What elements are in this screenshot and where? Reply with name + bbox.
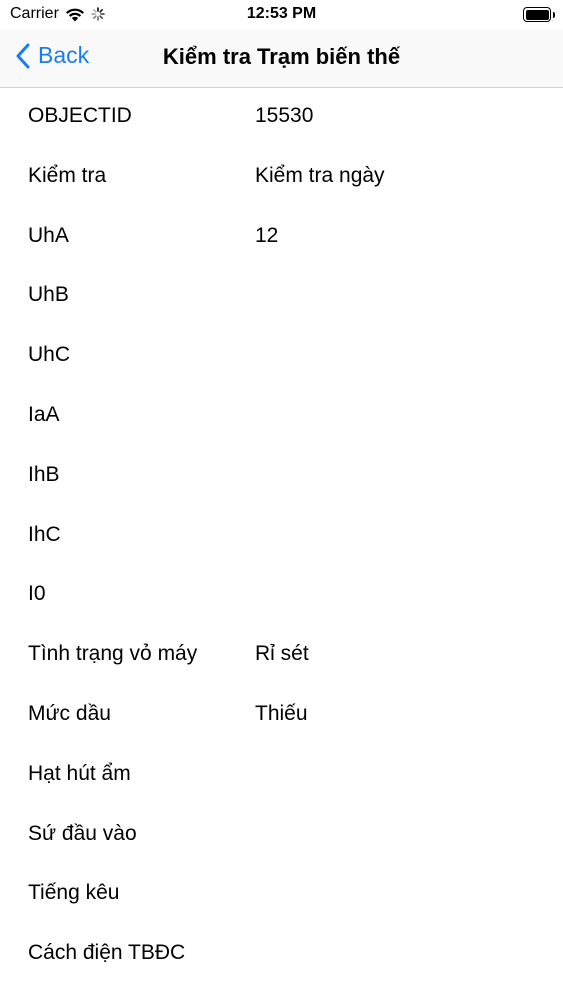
row-value: Thiếu bbox=[255, 701, 308, 725]
row-label: Cách điện TBĐC bbox=[28, 941, 186, 965]
row-label: Sứ đầu vào bbox=[28, 821, 137, 845]
row-value: 15530 bbox=[255, 104, 314, 127]
detail-list: OBJECTID 15530 Kiểm tra Kiểm tra ngày Uh… bbox=[0, 88, 563, 1000]
row-value: 12 bbox=[255, 223, 279, 247]
row-label: I0 bbox=[28, 582, 46, 606]
detail-row-muc-dau: Mức dầu Thiếu bbox=[0, 686, 563, 746]
row-label: UhC bbox=[28, 343, 71, 367]
row-label: Tiếng kêu bbox=[28, 881, 120, 905]
row-label: Hạt hút ẩm bbox=[28, 761, 131, 785]
navigation-bar: Back Kiểm tra Trạm biến thế bbox=[0, 30, 563, 88]
row-value: Rỉ sét bbox=[255, 642, 309, 666]
row-label: Mức dầu bbox=[28, 701, 111, 725]
row-label: IhC bbox=[28, 522, 61, 546]
detail-row-i0: I0 bbox=[0, 566, 563, 626]
detail-row-tieng-keu: Tiếng kêu bbox=[0, 865, 563, 925]
battery-icon bbox=[523, 7, 555, 22]
detail-row-uhc: UhC bbox=[0, 327, 563, 387]
detail-row-objectid: OBJECTID 15530 bbox=[0, 88, 563, 148]
detail-row-uhb: UhB bbox=[0, 267, 563, 327]
row-label: IaA bbox=[28, 402, 60, 426]
row-label: Kiểm tra bbox=[28, 163, 107, 187]
row-label: UhB bbox=[28, 283, 69, 307]
detail-row-cach-dien-tbdc: Cách điện TBĐC bbox=[0, 925, 563, 985]
status-bar: Carrier 12:53 PM bbox=[0, 0, 563, 30]
detail-row-kiem-tra: Kiểm tra Kiểm tra ngày bbox=[0, 148, 563, 208]
detail-row-hat-hut-am: Hạt hút ẩm bbox=[0, 746, 563, 806]
detail-row-uha: UhA 12 bbox=[0, 208, 563, 268]
row-value: Kiểm tra ngày bbox=[255, 163, 385, 187]
detail-row-tinh-trang-vo-may: Tình trạng vỏ máy Rỉ sét bbox=[0, 626, 563, 686]
row-label: IhB bbox=[28, 462, 60, 486]
page-title: Kiểm tra Trạm biến thế bbox=[162, 44, 401, 69]
row-label: Tình trạng vỏ máy bbox=[28, 642, 198, 666]
row-label: OBJECTID bbox=[28, 104, 132, 127]
status-time: 12:53 PM bbox=[246, 5, 317, 22]
detail-row-iaa: IaA bbox=[0, 387, 563, 447]
detail-row-ihc: IhC bbox=[0, 507, 563, 567]
detail-row-ihb: IhB bbox=[0, 447, 563, 507]
detail-row-su-dau-vao: Sứ đầu vào bbox=[0, 806, 563, 866]
row-label: UhA bbox=[28, 223, 69, 247]
